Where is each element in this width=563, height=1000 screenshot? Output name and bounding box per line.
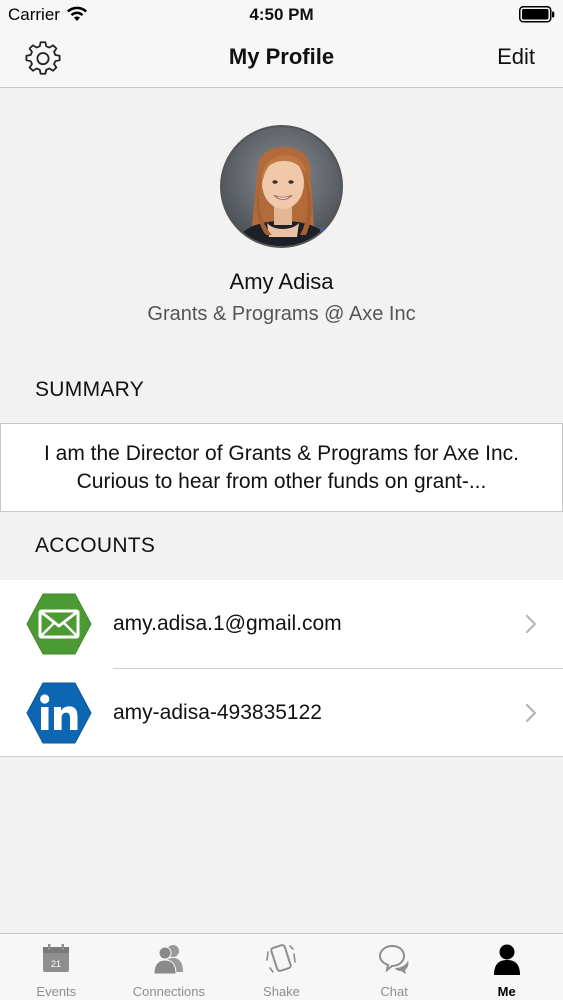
chevron-right-icon <box>525 703 537 723</box>
battery-icon <box>519 6 555 23</box>
accounts-list: amy.adisa.1@gmail.com amy-adisa-49383512… <box>0 580 563 757</box>
clock-time: 4:50 PM <box>249 5 314 24</box>
nav-bar: My Profile Edit <box>0 30 563 88</box>
avatar <box>220 125 343 248</box>
email-icon <box>26 593 92 655</box>
chevron-right-icon <box>525 614 537 634</box>
profile-photo <box>222 127 341 246</box>
tab-chat[interactable]: Chat <box>338 934 451 1000</box>
tab-label: Chat <box>380 984 408 999</box>
account-label: amy-adisa-493835122 <box>113 701 322 724</box>
settings-button[interactable] <box>22 38 64 80</box>
account-label: amy.adisa.1@gmail.com <box>113 612 342 635</box>
chat-icon <box>379 944 409 974</box>
accounts-section-header: ACCOUNTS <box>35 534 156 557</box>
linkedin-icon <box>26 682 92 744</box>
tab-me[interactable]: Me <box>450 934 563 1000</box>
page-title: My Profile <box>228 44 335 69</box>
tab-label: Me <box>497 984 516 999</box>
profile-job-title: Grants & Programs @ Axe Inc <box>147 303 416 325</box>
tab-events[interactable]: 21 Events <box>0 934 113 1000</box>
gear-icon <box>25 41 61 75</box>
status-bar: Carrier 4:50 PM <box>0 0 563 30</box>
calendar-icon: 21 <box>43 944 70 972</box>
tab-label: Connections <box>132 984 206 999</box>
tab-shake[interactable]: Shake <box>225 934 338 1000</box>
tab-label: Shake <box>263 984 300 999</box>
account-row-linkedin[interactable]: amy-adisa-493835122 <box>0 669 563 757</box>
summary-text: I am the Director of Grants & Programs f… <box>43 442 519 493</box>
summary-box[interactable]: I am the Director of Grants & Programs f… <box>0 423 563 512</box>
profile-name: Amy Adisa <box>229 269 334 294</box>
edit-button[interactable]: Edit <box>497 44 535 70</box>
account-row-email[interactable]: amy.adisa.1@gmail.com <box>0 580 563 669</box>
calendar-day-text: 21 <box>51 959 61 969</box>
summary-section-header: SUMMARY <box>35 378 145 401</box>
shake-phone-icon <box>266 944 297 973</box>
people-icon <box>153 945 183 975</box>
tab-connections[interactable]: Connections <box>113 934 226 1000</box>
tab-label: Events <box>36 984 77 999</box>
person-icon <box>493 944 520 975</box>
tab-bar: 21 Events Connections Shake Chat Me <box>0 933 563 1000</box>
